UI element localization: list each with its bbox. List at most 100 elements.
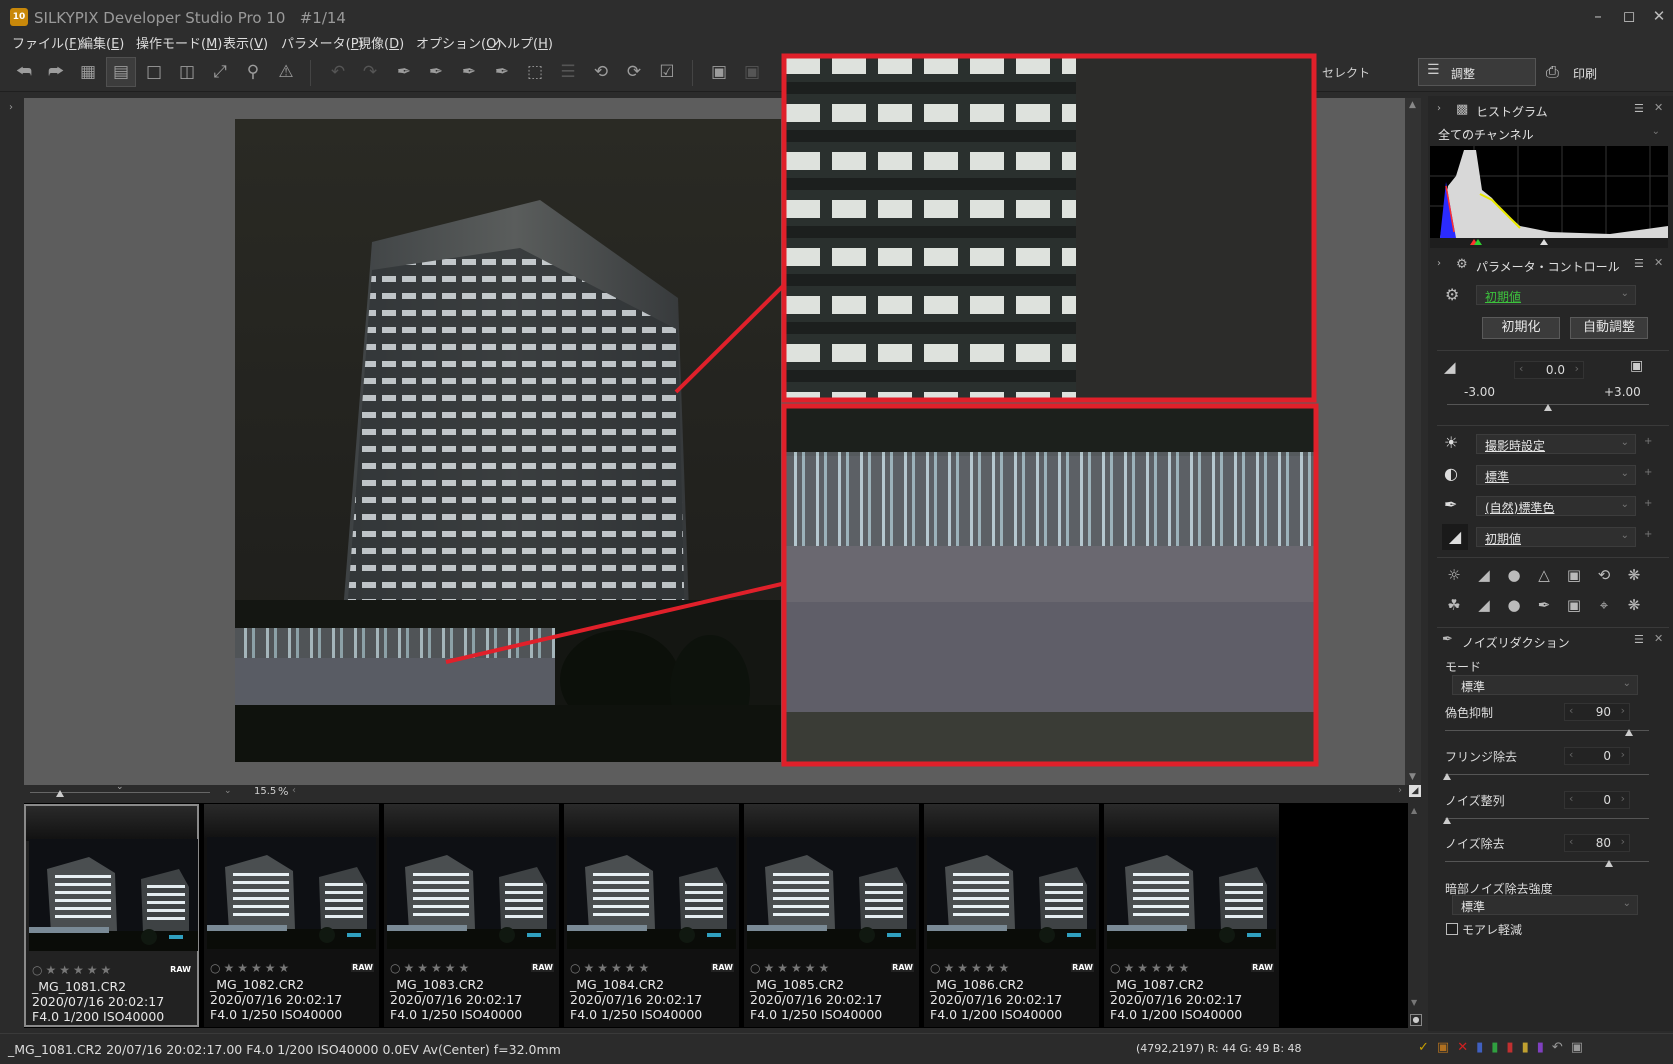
scroll-up-icon[interactable]: ▲	[1409, 100, 1416, 110]
rating-stars[interactable]: ○★★★★★	[210, 961, 292, 975]
dark-noise-select[interactable]: 標準 ⌄	[1452, 895, 1638, 915]
preset-select[interactable]: 初期値 ⌄	[1476, 285, 1636, 305]
fish-icon[interactable]: ●	[1503, 596, 1525, 614]
filmstrip-thumbnail[interactable]: ○★★★★★ RAW _MG_1086.CR2 2020/07/16 20:02:17…	[924, 804, 1099, 1027]
fringe-knob[interactable]	[1443, 773, 1451, 780]
increment-icon[interactable]: ›	[1575, 362, 1579, 375]
filmstrip-thumbnail[interactable]: ○★★★★★ RAW _MG_1087.CR2 2020/07/16 20:02:17…	[1104, 804, 1279, 1027]
tag-blue-icon[interactable]: ▮	[1476, 1040, 1491, 1055]
noise-menu-icon[interactable]: ☰	[1634, 633, 1644, 646]
rating-stars[interactable]: ○★★★★★	[570, 961, 652, 975]
noise-tool-icon[interactable]: ❋	[1623, 566, 1645, 584]
lens-correction-icon[interactable]: ▣	[1563, 566, 1585, 584]
auto-exposure-icon[interactable]: ▣	[1630, 358, 1643, 374]
tag-purple-icon[interactable]: ▮	[1537, 1040, 1552, 1055]
filmstrip-scroll-down-icon[interactable]: ▼	[1411, 998, 1417, 1007]
exposure-tool-icon[interactable]: ☼	[1443, 566, 1465, 584]
filmstrip-thumbnail[interactable]: ○★★★★★ RAW _MG_1083.CR2 2020/07/16 20:02:17…	[384, 804, 559, 1027]
filmstrip-thumbnail[interactable]: ○★★★★★ RAW _MG_1085.CR2 2020/07/16 20:02:17…	[744, 804, 919, 1027]
filmstrip-scroll-up-icon[interactable]: ▲	[1411, 806, 1417, 815]
decrement-icon[interactable]: ‹	[1569, 748, 1573, 761]
add-icon[interactable]: +	[1644, 436, 1652, 447]
decrement-icon[interactable]: ‹	[1569, 704, 1573, 717]
exposure-slider-knob[interactable]	[1544, 404, 1552, 411]
collapse-filmstrip-icon[interactable]: ⌄	[116, 782, 124, 792]
filmstrip-thumbnail[interactable]: ○★★★★★ RAW _MG_1082.CR2 2020/07/16 20:02:17…	[204, 804, 379, 1027]
noise-align-input[interactable]: ‹ 0 ›	[1564, 791, 1630, 809]
white-balance-select[interactable]: 撮影時設定 ⌄	[1476, 434, 1636, 454]
noise-remove-knob[interactable]	[1605, 860, 1613, 867]
crop-icon[interactable]: ⌖	[1593, 596, 1615, 614]
histogram-close-icon[interactable]: ✕	[1654, 101, 1663, 114]
reject-icon[interactable]: ✕	[1457, 1040, 1476, 1055]
viewer-vertical-scrollbar[interactable]	[1405, 98, 1421, 785]
noise-remove-input[interactable]: ‹ 80 ›	[1564, 834, 1630, 852]
params-menu-icon[interactable]: ☰	[1634, 257, 1644, 270]
zoom-dropdown-icon[interactable]: ⌄	[224, 786, 232, 796]
fringe-input[interactable]: ‹ 0 ›	[1564, 747, 1630, 765]
rating-stars[interactable]: ○★★★★★	[390, 961, 472, 975]
rotate-tool-icon[interactable]: ⟲	[1593, 566, 1615, 584]
tag-green-icon[interactable]: ▮	[1491, 1040, 1506, 1055]
tag-yellow-icon[interactable]: ▮	[1522, 1040, 1537, 1055]
dust-tool-icon[interactable]: ❋	[1623, 596, 1645, 614]
scroll-right-icon[interactable]: ›	[1398, 785, 1402, 796]
false-color-input[interactable]: ‹ 90 ›	[1564, 703, 1630, 721]
auto-adjust-button[interactable]: 自動調整	[1570, 317, 1648, 339]
tone-curve-icon[interactable]: ◢	[1473, 566, 1495, 584]
noise-remove-slider[interactable]	[1445, 861, 1649, 862]
noise-align-knob[interactable]	[1443, 817, 1451, 824]
brush-icon[interactable]: ✒	[1533, 596, 1555, 614]
histogram-menu-icon[interactable]: ☰	[1634, 102, 1644, 115]
increment-icon[interactable]: ›	[1621, 704, 1625, 717]
scroll-left-icon[interactable]: ‹	[292, 785, 296, 796]
color-select[interactable]: (自然)標準色 ⌄	[1476, 496, 1636, 516]
noise-align-slider[interactable]	[1445, 818, 1649, 819]
rating-stars[interactable]: ○★★★★★	[930, 961, 1012, 975]
moire-checkbox[interactable]	[1446, 923, 1458, 935]
rating-stars[interactable]: ○★★★★★	[1110, 961, 1192, 975]
increment-icon[interactable]: ›	[1621, 835, 1625, 848]
increment-icon[interactable]: ›	[1621, 748, 1625, 761]
params-expand-icon[interactable]: ›	[1437, 258, 1441, 269]
fringe-slider[interactable]	[1445, 774, 1649, 775]
filmstrip-scrollbar[interactable]	[1408, 803, 1422, 1028]
false-color-slider[interactable]	[1445, 730, 1649, 731]
gradation-icon[interactable]: ◢	[1473, 596, 1495, 614]
filmstrip-thumbnail[interactable]: ○★★★★★ RAW _MG_1084.CR2 2020/07/16 20:02:17…	[564, 804, 739, 1027]
false-color-knob[interactable]	[1625, 729, 1633, 736]
color-ball-icon[interactable]: ●	[1503, 566, 1525, 584]
rating-stars[interactable]: ○★★★★★	[32, 963, 114, 977]
increment-icon[interactable]: ›	[1621, 792, 1625, 805]
lock-icon[interactable]: ▣	[1571, 1040, 1591, 1055]
mode-select[interactable]: 標準 ⌄	[1452, 675, 1638, 695]
decrement-icon[interactable]: ‹	[1569, 835, 1573, 848]
filmstrip-thumbnail[interactable]: ○★★★★★ RAW _MG_1081.CR2 2020/07/16 20:02:17…	[24, 804, 199, 1027]
init-button[interactable]: 初期化	[1482, 317, 1560, 339]
zoom-value[interactable]: 15.5	[254, 786, 276, 797]
undo-status-icon[interactable]: ↶	[1552, 1040, 1571, 1055]
size-slider-knob[interactable]	[56, 790, 64, 797]
decrement-icon[interactable]: ‹	[1519, 362, 1523, 375]
tag-red-icon[interactable]: ▮	[1506, 1040, 1521, 1055]
layers-tool-icon[interactable]: ▣	[1563, 596, 1585, 614]
params-close-icon[interactable]: ✕	[1654, 256, 1663, 269]
sharpen-icon[interactable]: △	[1533, 566, 1555, 584]
navigator-icon[interactable]: ◢	[1409, 785, 1421, 797]
add-icon[interactable]: +	[1644, 529, 1652, 540]
decrement-icon[interactable]: ‹	[1569, 792, 1573, 805]
histogram-channel-select[interactable]: 全てのチャンネル ⌄	[1430, 124, 1666, 144]
exposure-input[interactable]: ‹ 0.0 ›	[1514, 361, 1584, 379]
sharpness-select[interactable]: 初期値 ⌄	[1476, 527, 1636, 547]
check-icon[interactable]: ✓	[1418, 1040, 1437, 1055]
scroll-down-icon[interactable]: ▼	[1409, 772, 1416, 782]
histogram-expand-icon[interactable]: ›	[1437, 103, 1441, 114]
copy-icon[interactable]: ▣	[1437, 1040, 1457, 1055]
tone-select[interactable]: 標準 ⌄	[1476, 465, 1636, 485]
filmstrip-corner-icon[interactable]: ●	[1410, 1014, 1422, 1026]
add-icon[interactable]: +	[1644, 467, 1652, 478]
noise-close-icon[interactable]: ✕	[1654, 632, 1663, 645]
add-icon[interactable]: +	[1644, 498, 1652, 509]
rating-stars[interactable]: ○★★★★★	[750, 961, 832, 975]
highlight-tool-icon[interactable]: ☘	[1443, 596, 1465, 614]
